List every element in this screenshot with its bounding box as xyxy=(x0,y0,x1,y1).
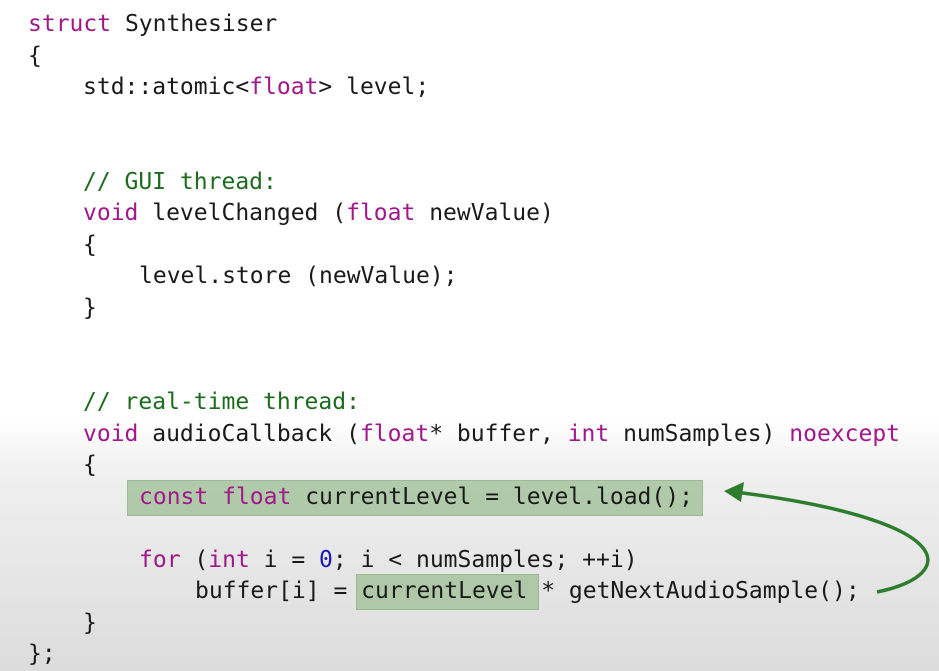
arrow-curve xyxy=(734,490,930,594)
arrow-annotation xyxy=(724,482,930,594)
code-listing: struct Synthesiser { std::atomic<float> … xyxy=(0,0,939,671)
arrowhead-icon xyxy=(724,482,744,502)
